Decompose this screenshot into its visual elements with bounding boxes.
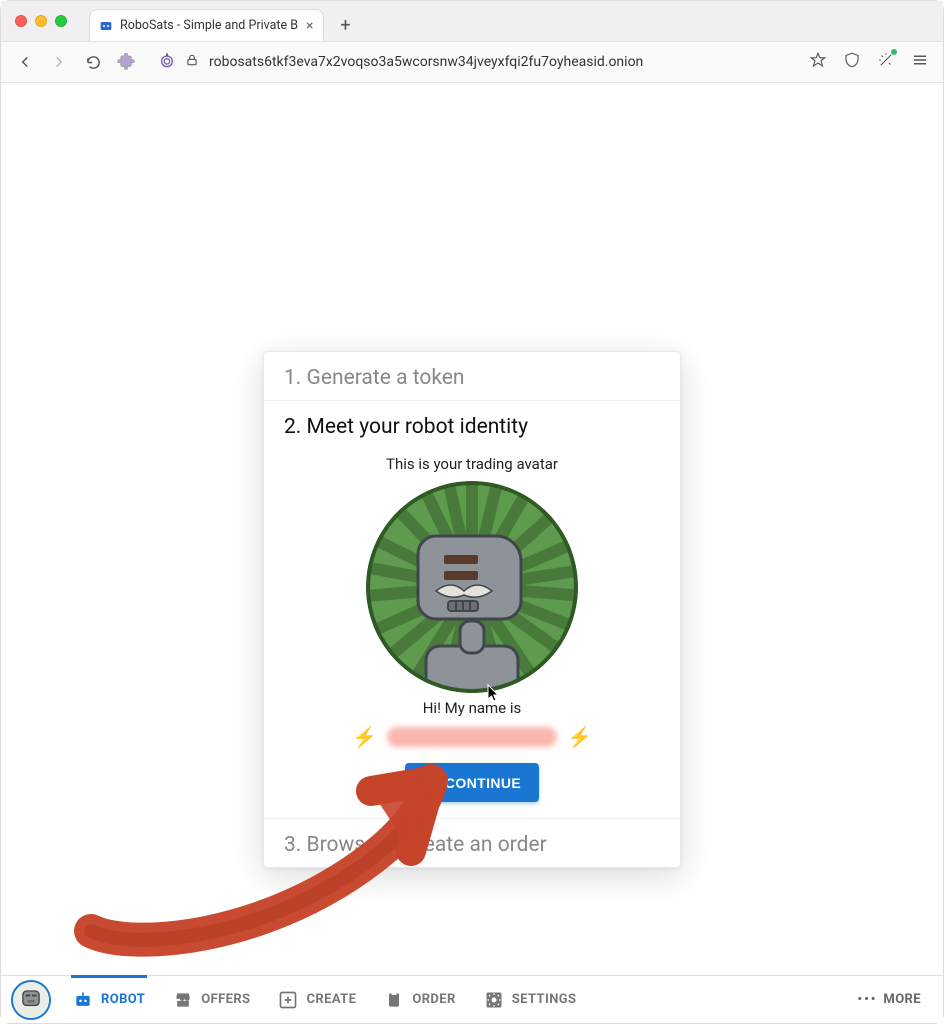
gear-icon: [484, 990, 504, 1010]
shield-icon[interactable]: [843, 51, 861, 73]
continue-label: CONTINUE: [445, 775, 521, 791]
close-window[interactable]: [15, 15, 27, 27]
browser-tab[interactable]: RoboSats - Simple and Private B ×: [89, 9, 324, 41]
greeting-text: Hi! My name is: [284, 699, 660, 717]
nav-more-label: MORE: [883, 992, 921, 1007]
nav-more[interactable]: ••• MORE: [835, 992, 943, 1007]
reload-button[interactable]: [83, 52, 103, 72]
window-controls: [15, 15, 67, 27]
minimize-window[interactable]: [35, 15, 47, 27]
robot-avatar: [366, 481, 578, 693]
favicon-icon: [98, 18, 114, 34]
lock-icon: [185, 53, 199, 71]
continue-button[interactable]: CONTINUE: [405, 763, 539, 802]
step-1-header[interactable]: 1. Generate a token: [264, 352, 680, 401]
avatar-subtitle: This is your trading avatar: [284, 455, 660, 473]
browser-tabbar: RoboSats - Simple and Private B × +: [1, 1, 943, 41]
bolt-icon: ⚡: [352, 725, 377, 749]
nav-avatar[interactable]: [11, 980, 51, 1020]
nav-offers[interactable]: OFFERS: [159, 976, 264, 1024]
url-text: robosats6tkf3eva7x2voqso3a5wcorsnw34jvey…: [209, 54, 785, 70]
nav-robot-label: ROBOT: [101, 992, 145, 1007]
step-3-header[interactable]: 3. Browse or create an order: [264, 818, 680, 867]
url-bar[interactable]: robosats6tkf3eva7x2voqso3a5wcorsnw34jvey…: [149, 47, 795, 77]
forward-button[interactable]: [49, 52, 69, 72]
plus-icon: [278, 990, 298, 1010]
robot-name-row: ⚡ ⚡: [284, 725, 660, 749]
page-viewport: 1. Generate a token 2. Meet your robot i…: [1, 83, 943, 1023]
toolbar-right: [809, 51, 929, 73]
nav-settings-label: SETTINGS: [512, 992, 577, 1007]
maximize-window[interactable]: [55, 15, 67, 27]
nav-create[interactable]: CREATE: [264, 976, 370, 1024]
nav-order-label: ORDER: [412, 992, 455, 1007]
bookmark-icon[interactable]: [809, 51, 827, 73]
onion-icon: [159, 52, 175, 72]
more-icon: •••: [857, 992, 877, 1007]
close-tab-icon[interactable]: ×: [304, 18, 315, 34]
nav-create-label: CREATE: [306, 992, 356, 1007]
bottom-nav: ROBOT OFFERS CREATE: [1, 975, 943, 1023]
nav-offers-label: OFFERS: [201, 992, 250, 1007]
sparkle-icon[interactable]: [877, 51, 895, 73]
nav-order[interactable]: ORDER: [370, 976, 469, 1024]
robot-name-redacted: [387, 727, 557, 747]
extension-icon[interactable]: [117, 53, 135, 71]
bolt-icon: ⚡: [567, 725, 592, 749]
robot-icon: [73, 990, 93, 1010]
back-button[interactable]: [15, 52, 35, 72]
onboarding-card: 1. Generate a token 2. Meet your robot i…: [263, 351, 681, 868]
browser-toolbar: robosats6tkf3eva7x2voqso3a5wcorsnw34jvey…: [1, 41, 943, 83]
clipboard-icon: [384, 990, 404, 1010]
menu-icon[interactable]: [911, 51, 929, 73]
nav-settings[interactable]: SETTINGS: [470, 976, 591, 1024]
tab-title: RoboSats - Simple and Private B: [120, 18, 298, 33]
check-icon: [423, 773, 439, 792]
new-tab-button[interactable]: +: [332, 12, 358, 38]
step-2-header: 2. Meet your robot identity: [264, 401, 680, 449]
storefront-icon: [173, 990, 193, 1010]
nav-robot[interactable]: ROBOT: [59, 976, 159, 1024]
